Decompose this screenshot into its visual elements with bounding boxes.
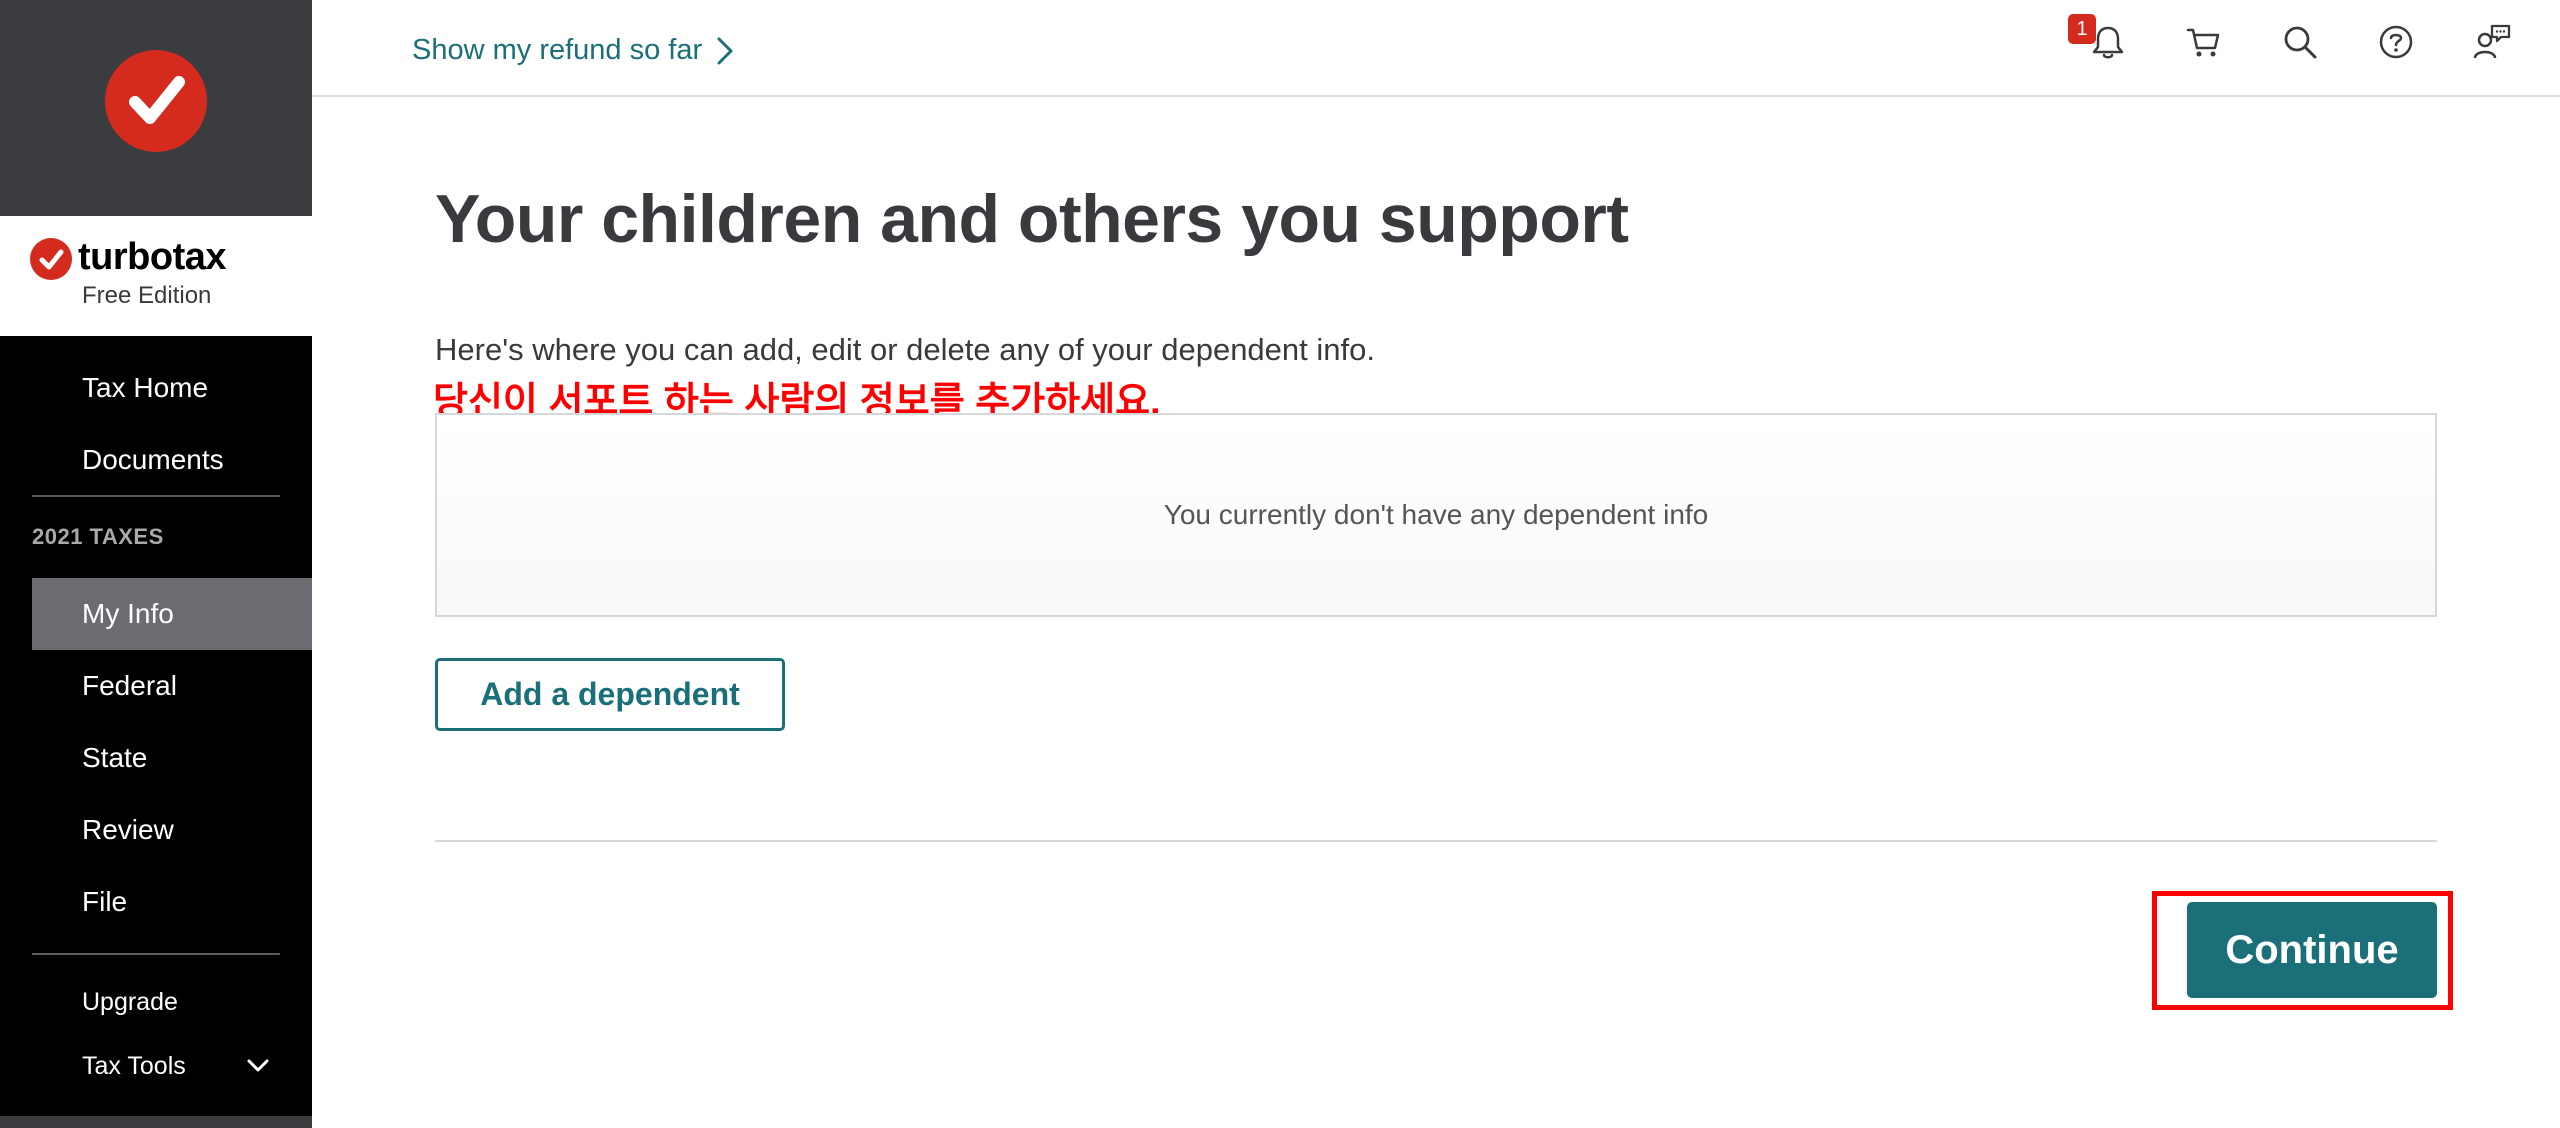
continue-button[interactable]: Continue bbox=[2187, 902, 2437, 998]
chat-icon[interactable] bbox=[2472, 22, 2512, 62]
turbotax-brand-check-icon bbox=[30, 238, 72, 280]
content-divider bbox=[435, 840, 2437, 842]
brand-name: turbotax bbox=[78, 236, 227, 278]
logo-block bbox=[0, 0, 312, 216]
notification-badge: 1 bbox=[2068, 14, 2096, 44]
chevron-down-icon[interactable] bbox=[246, 1054, 270, 1078]
sidebar-item-upgrade[interactable]: Upgrade bbox=[82, 988, 178, 1017]
search-icon[interactable] bbox=[2280, 22, 2320, 62]
top-header: Show my refund so far 1 bbox=[312, 0, 2560, 97]
cart-icon[interactable] bbox=[2184, 22, 2224, 62]
sidebar-item-federal[interactable]: Federal bbox=[0, 650, 312, 722]
add-dependent-button[interactable]: Add a dependent bbox=[435, 658, 785, 731]
sidebar-item-documents[interactable]: Documents bbox=[0, 424, 312, 496]
sidebar-item-state[interactable]: State bbox=[0, 722, 312, 794]
refund-link-label: Show my refund so far bbox=[412, 34, 703, 66]
intro-text: Here's where you can add, edit or delete… bbox=[435, 332, 1375, 367]
sidebar-bottom-strip bbox=[0, 1116, 312, 1128]
chevron-right-icon bbox=[717, 37, 733, 64]
show-refund-link[interactable]: Show my refund so far bbox=[412, 34, 734, 67]
turbotax-check-logo-icon[interactable] bbox=[105, 50, 207, 152]
sidebar-item-tax-tools[interactable]: Tax Tools bbox=[82, 1052, 186, 1081]
dependents-list-empty: You currently don't have any dependent i… bbox=[435, 413, 2437, 617]
sidebar-item-file[interactable]: File bbox=[0, 866, 312, 938]
sidebar-item-my-info[interactable]: My Info bbox=[32, 578, 312, 650]
sidebar-divider bbox=[32, 953, 280, 955]
empty-message: You currently don't have any dependent i… bbox=[1163, 499, 1709, 530]
brand-block: turbotax Free Edition bbox=[0, 216, 312, 336]
sidebar-divider bbox=[32, 495, 280, 497]
sidebar-item-review[interactable]: Review bbox=[0, 794, 312, 866]
help-icon[interactable] bbox=[2376, 22, 2416, 62]
page-title: Your children and others you support bbox=[435, 181, 1629, 257]
sidebar-item-tax-home[interactable]: Tax Home bbox=[0, 352, 312, 424]
sidebar: turbotax Free Edition Tax Home Documents… bbox=[0, 0, 312, 1128]
brand-edition: Free Edition bbox=[82, 282, 212, 309]
sidebar-section-label: 2021 TAXES bbox=[32, 524, 164, 549]
app-root: turbotax Free Edition Tax Home Documents… bbox=[0, 0, 2560, 1128]
